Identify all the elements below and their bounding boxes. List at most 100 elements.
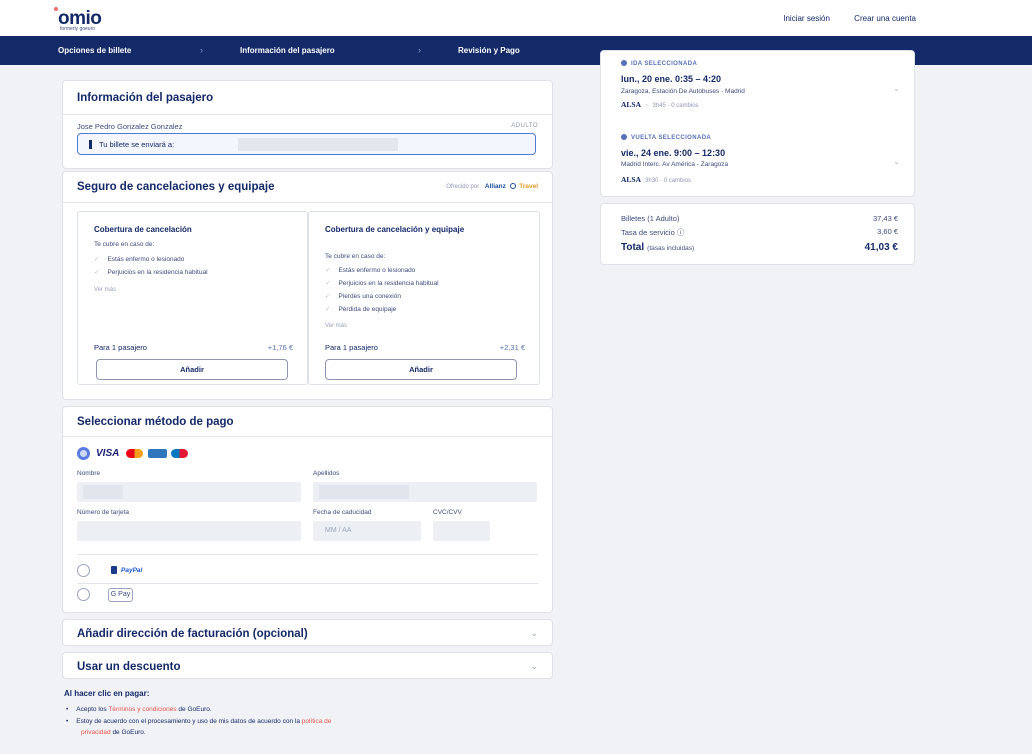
ticket-email-label: Tu billete se enviará a:	[99, 140, 175, 149]
first-name-label: Nombre	[77, 470, 101, 477]
paypal-logo: PayPal	[121, 567, 143, 574]
return-route: Madrid Interc. Av América - Zaragoza	[621, 161, 729, 168]
coverage-item: ✓ Pérdida de equipaje	[325, 306, 397, 313]
option-title: Cobertura de cancelación	[94, 225, 192, 234]
price-for-label: Para 1 pasajero	[325, 343, 378, 352]
see-more-link[interactable]: Ver más	[325, 323, 347, 329]
outbound-operator: ALSA ~3h45 · 0 cambios	[621, 100, 699, 109]
check-icon: ✓	[325, 280, 331, 287]
terms-line-2: • Estoy de acuerdo con el procesamiento y…	[66, 718, 332, 725]
logo-tagline: formerly goeuro	[60, 26, 96, 32]
option-title: Cobertura de cancelación y equipaje	[325, 225, 465, 234]
logo-dot	[54, 7, 58, 11]
ticket-email-field[interactable]: Tu billete se enviará a:	[77, 133, 536, 155]
check-icon: ✓	[325, 306, 331, 313]
terms-title: Al hacer clic en pagar:	[64, 689, 150, 698]
divider	[77, 554, 538, 555]
tickets-label: Billetes (1 Adulto)	[621, 214, 680, 223]
offered-by-label: Ofrecido por	[446, 184, 480, 190]
step-ticket-options[interactable]: Opciones de billete	[58, 46, 131, 55]
insurance-card: Seguro de cancelaciones y equipaje Ofrec…	[62, 171, 553, 400]
expiry-field[interactable]: MM / AA	[313, 521, 421, 541]
see-more-link[interactable]: Ver más	[94, 287, 116, 293]
price-for-label: Para 1 pasajero	[94, 343, 147, 352]
covers-label: Te cubre en caso de:	[325, 253, 386, 260]
allianz-logo: Allianz	[484, 183, 506, 190]
check-icon: ✓	[325, 267, 331, 274]
price-summary-card: Billetes (1 Adulto) 37,43 € Tasa de serv…	[600, 203, 915, 265]
return-duration: 3h30 · 0 cambios	[645, 178, 692, 184]
check-icon: ✓	[94, 256, 100, 263]
check-icon: ✓	[94, 269, 100, 276]
insurance-price: +1,76 €	[267, 343, 293, 352]
gpay-logo: G Pay	[108, 588, 133, 602]
gpay-radio[interactable]	[77, 588, 90, 601]
mastercard-icon	[126, 449, 143, 458]
bus-icon	[621, 134, 627, 140]
discount-title: Usar un descuento	[77, 661, 181, 673]
coverage-item: ✓ Perjuicios en la residencia habitual	[325, 280, 439, 287]
last-name-field[interactable]	[313, 482, 537, 502]
visa-logo: VISA	[96, 448, 120, 459]
passenger-type: ADULTO	[511, 123, 538, 129]
chevron-down-icon: ⌄	[530, 661, 538, 671]
discount-section[interactable]: Usar un descuento ⌄	[62, 652, 553, 679]
tickets-value: 37,43 €	[872, 214, 898, 223]
outbound-duration: 3h45 · 0 cambios	[652, 103, 699, 109]
chevron-down-icon[interactable]: ⌄	[893, 84, 900, 93]
expiry-placeholder: MM / AA	[325, 527, 352, 534]
chevron-right-icon: ›	[200, 45, 203, 55]
passenger-name: Jose Pedro Gonzalez Gonzalez	[77, 122, 183, 131]
terms-line-3: privacidad de GoEuro.	[81, 729, 146, 736]
total-label: Total (tasas incluidas)	[621, 242, 695, 253]
insurance-title: Seguro de cancelaciones y equipaje	[77, 181, 275, 193]
chevron-down-icon[interactable]: ⌄	[893, 157, 900, 166]
privacy-link[interactable]: política de	[302, 718, 332, 725]
step-review-payment: Revisión y Pago	[458, 46, 520, 55]
billing-address-title: Añadir dirección de facturación (opciona…	[77, 628, 308, 640]
step-passenger-info[interactable]: Información del pasajero	[240, 46, 335, 55]
card-payment-radio[interactable]	[77, 447, 90, 460]
top-header: omio formerly goeuro Iniciar sesión Crea…	[0, 0, 1032, 36]
bullet: •	[66, 706, 69, 713]
bus-icon	[621, 60, 627, 66]
cvc-field[interactable]	[433, 521, 490, 541]
outbound-time: lun., 20 ene. 0:35 – 4:20	[621, 74, 722, 84]
card-number-field[interactable]	[77, 521, 301, 541]
check-icon: ✓	[325, 293, 331, 300]
divider	[63, 114, 552, 115]
add-cancellation-button[interactable]: Añadir	[96, 359, 288, 380]
service-fee-label[interactable]: Tasa de servicio ⓘ	[621, 227, 684, 238]
privacy-link[interactable]: privacidad	[81, 729, 111, 736]
insurance-price: +2,31 €	[499, 343, 525, 352]
chevron-down-icon: ⌄	[530, 628, 538, 638]
total-value: 41,03 €	[864, 242, 898, 253]
jcb-icon	[171, 449, 188, 458]
first-name-field[interactable]	[77, 482, 301, 502]
expiry-label: Fecha de caducidad	[313, 509, 372, 516]
coverage-item: ✓ Estás enfermo o lesionado	[94, 256, 185, 263]
payment-title: Seleccionar método de pago	[77, 416, 234, 428]
return-heading: VUELTA SELECCIONADA	[621, 134, 711, 141]
allianz-travel-label: Travel	[519, 183, 538, 190]
terms-line-1: • Acepto los Términos y condiciones de Go…	[66, 706, 212, 713]
insurance-option-cancellation: Cobertura de cancelación Te cubre en cas…	[77, 211, 308, 385]
passenger-card: Información del pasajero Jose Pedro Gonz…	[62, 80, 553, 169]
signup-link[interactable]: Crear una cuenta	[854, 14, 916, 23]
cvc-label: CVC/CVV	[433, 509, 462, 516]
operator-logo: ALSA	[621, 100, 642, 109]
billing-address-section[interactable]: Añadir dirección de facturación (opciona…	[62, 619, 553, 646]
allianz-eagle-icon	[509, 183, 516, 189]
bullet: •	[66, 718, 69, 725]
coverage-item: ✓ Estás enfermo o lesionado	[325, 267, 416, 274]
add-cancellation-luggage-button[interactable]: Añadir	[325, 359, 517, 380]
paypal-icon	[111, 566, 117, 574]
amex-icon	[148, 449, 167, 458]
return-time: vie., 24 ene. 9:00 – 12:30	[621, 148, 726, 158]
paypal-radio[interactable]	[77, 564, 90, 577]
passenger-title: Información del pasajero	[77, 92, 214, 104]
login-link[interactable]: Iniciar sesión	[783, 14, 830, 23]
terms-link[interactable]: Términos y condiciones	[108, 706, 176, 713]
chevron-right-icon: ›	[418, 45, 421, 55]
outbound-route: Zaragoza, Estación De Autobuses - Madrid	[621, 88, 745, 95]
